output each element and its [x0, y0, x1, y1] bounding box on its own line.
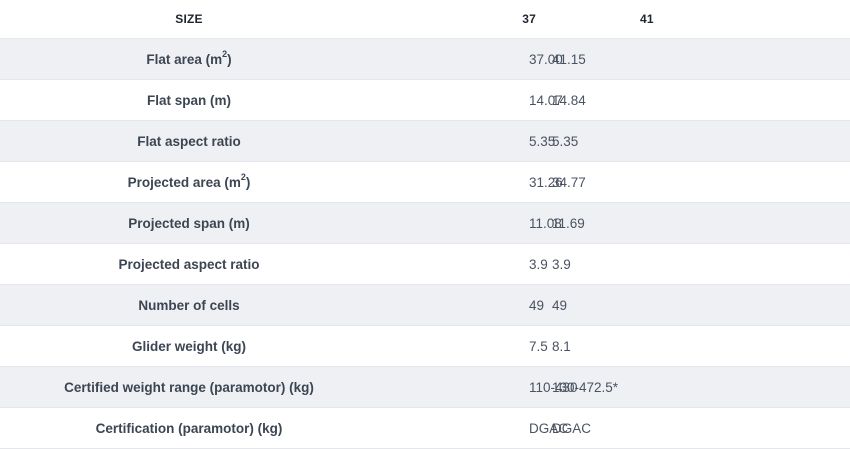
table-row: Projected aspect ratio 3.9 3.9	[0, 243, 850, 285]
cell-37: 11.08	[529, 215, 562, 231]
row-label-end: )	[227, 51, 232, 67]
cell-37: DGAC	[529, 420, 569, 436]
header-size-label: SIZE	[0, 0, 378, 39]
row-label-superscript: 2	[222, 49, 228, 59]
row-label-flat-aspect-ratio: Flat aspect ratio	[137, 133, 241, 149]
table-row: Glider weight (kg) 7.5 8.1	[0, 325, 850, 367]
cell-41: 8.1	[552, 338, 571, 354]
cell-41: 41.15	[552, 51, 586, 67]
row-label-projected-span: Projected span (m)	[128, 215, 250, 231]
table-row: Projected span (m) 11.08 11.69	[0, 202, 850, 244]
cell-37: 14.07	[529, 92, 563, 108]
cell-37: 37.00	[529, 51, 563, 67]
row-label-number-of-cells: Number of cells	[138, 297, 240, 313]
row-label-glider-weight: Glider weight (kg)	[131, 338, 246, 354]
cell-41: 49	[552, 297, 568, 313]
table-header-row: SIZE 37 41	[0, 0, 850, 39]
cell-37: 49	[529, 297, 545, 313]
cell-41: 34.77	[552, 174, 586, 190]
table-row: Projected area (m2) 31.26 34.77	[0, 161, 850, 203]
row-label-text: Flat area (m	[146, 51, 223, 67]
table-row: Certified weight range (paramotor) (kg) …	[0, 366, 850, 408]
cell-41: 14.84	[552, 92, 586, 108]
cell-37: 3.9	[529, 256, 548, 272]
cell-41: 3.9	[552, 256, 571, 272]
cell-37: 31.26	[529, 174, 563, 190]
cell-37: 7.5	[529, 338, 548, 354]
row-label-projected-area: Projected area (m2)	[0, 162, 378, 203]
cell-37: 110-430	[529, 379, 578, 395]
cell-41: 11.69	[552, 215, 585, 231]
cell-41: DGAC	[552, 420, 592, 436]
specifications-table: SIZE 37 41 Flat area (m2) 37.00 41.15 Fl…	[0, 0, 850, 449]
row-label-certified-weight-range: Certified weight range (paramotor) (kg)	[64, 379, 314, 395]
header-size-37: 37	[378, 0, 536, 39]
row-label-flat-area: Flat area (m2)	[0, 39, 378, 80]
table-row: Number of cells 49 49	[0, 284, 850, 326]
table-row: Flat area (m2) 37.00 41.15	[0, 38, 850, 80]
header-size-41: 41	[536, 0, 850, 39]
cell-41: 130-472.5*	[552, 379, 619, 395]
cell-37: 5.35	[529, 133, 556, 149]
row-label-projected-aspect-ratio: Projected aspect ratio	[118, 256, 260, 272]
table-row: Flat aspect ratio 5.35 5.35	[0, 120, 850, 162]
row-label-text: Projected area (m	[127, 174, 241, 190]
row-label-superscript: 2	[240, 172, 246, 182]
table-row: Certification (paramotor) (kg) DGAC DGAC	[0, 407, 850, 449]
row-label-flat-span: Flat span (m)	[146, 92, 231, 108]
table-row: Flat span (m) 14.07 14.84	[0, 79, 850, 121]
row-label-certification: Certification (paramotor) (kg)	[95, 420, 283, 436]
row-label-end: )	[245, 174, 251, 190]
cell-41: 5.35	[552, 133, 579, 149]
